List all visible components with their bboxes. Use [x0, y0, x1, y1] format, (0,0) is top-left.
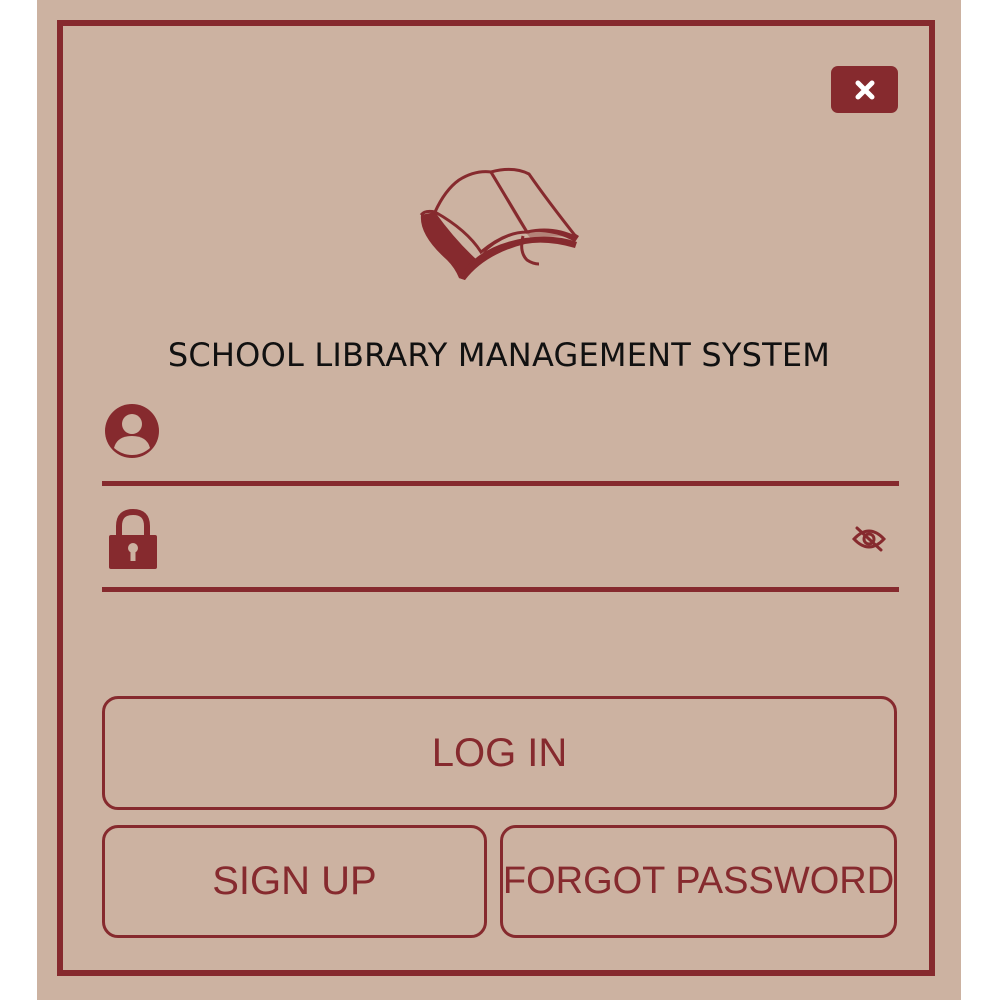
padlock-icon: [109, 508, 157, 569]
close-button[interactable]: [831, 66, 898, 113]
open-book-icon: [419, 167, 579, 280]
username-input[interactable]: [177, 405, 901, 471]
page-title: SCHOOL LIBRARY MANAGEMENT SYSTEM: [167, 336, 831, 374]
login-button[interactable]: LOG IN: [102, 696, 897, 810]
password-underline: [102, 587, 899, 592]
eye-slash-icon[interactable]: [852, 525, 886, 553]
forgot-password-button[interactable]: FORGOT PASSWORD: [500, 825, 897, 938]
signup-button[interactable]: SIGN UP: [102, 825, 487, 938]
password-input[interactable]: [177, 512, 841, 578]
login-window: SCHOOL LIBRARY MANAGEMENT SYSTEM LOG IN …: [37, 0, 961, 1000]
close-icon: [855, 80, 874, 99]
user-circle-icon: [105, 404, 159, 458]
username-underline: [102, 481, 899, 486]
